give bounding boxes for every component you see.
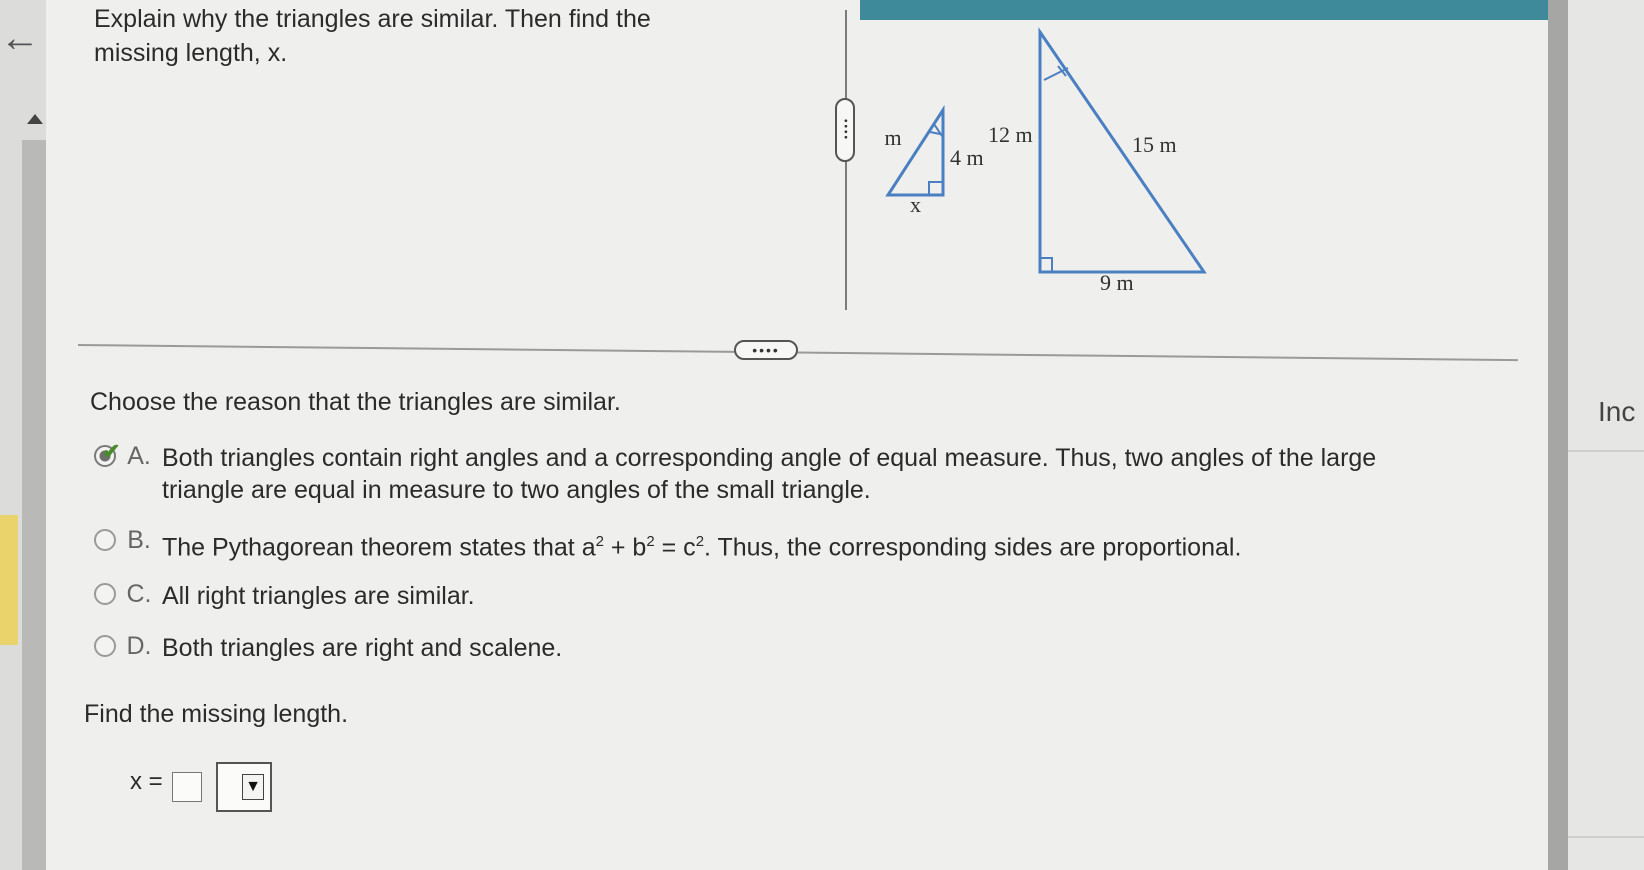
option-a[interactable]: ✔ A. Both triangles contain right angles…: [94, 439, 1414, 506]
top-accent-bar: [860, 0, 1548, 20]
large-height-label: 12 m: [988, 122, 1033, 147]
exponent: 2: [595, 533, 604, 550]
option-b-text-part: = c: [654, 533, 696, 562]
option-a-text: Both triangles contain right angles and …: [162, 444, 1377, 504]
small-leg-label: 4 m: [950, 145, 984, 170]
large-triangle: [1038, 27, 1207, 274]
option-a-radio[interactable]: ✔: [94, 439, 120, 467]
option-b-text: The Pythagorean theorem states that a2 +…: [162, 526, 1241, 563]
scroll-up-icon[interactable]: [27, 114, 43, 124]
option-b-text-part: The Pythagorean theorem states that a: [162, 533, 596, 562]
option-b[interactable]: B. The Pythagorean theorem states that a…: [94, 526, 1414, 563]
option-a-letter: A.: [127, 442, 151, 470]
right-panel-label: Inc: [1598, 396, 1636, 427]
scrollbar[interactable]: [22, 140, 46, 870]
option-b-text-part: . Thus, the corresponding sides are prop…: [704, 533, 1242, 562]
small-right-angle-mark: [928, 181, 943, 195]
option-d-radio[interactable]: [94, 635, 116, 657]
option-b-radio[interactable]: [94, 529, 116, 551]
similar-triangles-figure: 5 m 4 m x 12 m 15 m 9 m: [880, 27, 1207, 295]
dropdown-arrow-icon: ▼: [242, 774, 264, 800]
option-b-text-part: + b: [603, 533, 647, 562]
option-d[interactable]: D. Both triangles are right and scalene.: [94, 632, 1094, 664]
side-tab[interactable]: [0, 515, 18, 645]
reason-prompt: Choose the reason that the triangles are…: [90, 388, 621, 416]
option-c-text: All right triangles are similar.: [162, 582, 475, 610]
option-d-letter: D.: [126, 632, 152, 660]
horizontal-resize-handle[interactable]: ••••: [734, 340, 798, 360]
back-arrow-icon[interactable]: ←: [0, 18, 40, 58]
question-panel: [46, 0, 1548, 870]
large-hypotenuse-label: 15 m: [1132, 132, 1177, 157]
answer-input[interactable]: [172, 772, 202, 802]
option-c-radio[interactable]: [94, 583, 116, 605]
small-base-label: x: [910, 192, 921, 217]
x-equals-label: x =: [130, 768, 163, 795]
vertical-resize-handle[interactable]: ••••: [835, 98, 855, 162]
exponent: 2: [695, 533, 705, 550]
right-panel-divider: [1568, 450, 1644, 452]
find-length-prompt: Find the missing length.: [84, 700, 349, 728]
exponent: 2: [646, 533, 655, 550]
small-hypotenuse-label: 5 m: [880, 125, 902, 150]
checkmark-icon: ✔: [102, 439, 121, 464]
large-right-angle-mark: [1040, 257, 1053, 272]
option-c[interactable]: C. All right triangles are similar.: [94, 580, 1094, 612]
right-panel-separator: [1548, 0, 1568, 870]
option-b-letter: B.: [127, 526, 151, 554]
large-base-label: 9 m: [1100, 270, 1134, 295]
unit-dropdown[interactable]: ▼: [216, 762, 272, 812]
option-c-letter: C.: [126, 580, 152, 608]
right-side-panel: [1568, 0, 1644, 870]
question-text: Explain why the triangles are similar. T…: [94, 5, 651, 67]
right-panel-divider: [1568, 836, 1644, 838]
option-d-text: Both triangles are right and scalene.: [162, 634, 563, 662]
